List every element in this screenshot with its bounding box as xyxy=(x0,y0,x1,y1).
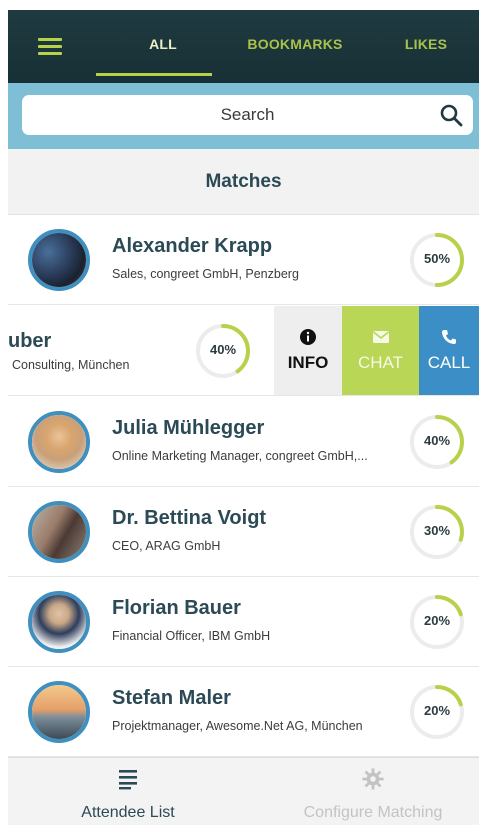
avatar xyxy=(28,229,90,291)
bottom-navigation: Attendee List Configure Matching xyxy=(8,757,479,825)
info-label: INFO xyxy=(287,353,329,372)
screen-edge xyxy=(0,0,8,825)
info-button[interactable]: INFO xyxy=(274,306,342,395)
gear-icon xyxy=(362,768,384,790)
active-tab-indicator xyxy=(96,73,212,76)
match-percent: 40% xyxy=(209,342,237,357)
match-score: 50% xyxy=(408,231,466,289)
match-score: 20% xyxy=(408,593,466,651)
attendee-subtitle: CEO, ARAG GmbH xyxy=(112,539,221,553)
search-box xyxy=(22,95,473,135)
attendee-subtitle: Consulting, München xyxy=(12,358,130,372)
call-button[interactable]: CALL xyxy=(419,306,479,395)
list-item[interactable]: Florian Bauer Financial Officer, IBM Gmb… xyxy=(8,577,479,667)
chat-label: CHAT xyxy=(357,353,403,372)
avatar xyxy=(28,411,90,473)
nav-label: Attendee List xyxy=(81,804,175,821)
attendee-name: Alexander Krapp xyxy=(112,235,273,257)
match-percent: 20% xyxy=(423,703,451,718)
attendee-name: Dr. Bettina Voigt xyxy=(112,507,267,529)
info-icon xyxy=(300,329,316,345)
list-item[interactable]: Stefan Maler Projektmanager, Awesome.Net… xyxy=(8,667,479,757)
match-percent: 40% xyxy=(423,433,451,448)
mail-icon xyxy=(372,331,389,343)
list-section-header: Matches xyxy=(8,149,479,215)
avatar xyxy=(28,501,90,563)
nav-label: Configure Matching xyxy=(303,804,443,821)
app-screen: ALL BOOKMARKS LIKES Matches Alexander Kr… xyxy=(0,0,479,825)
search-input[interactable] xyxy=(22,95,473,135)
attendee-name: Stefan Maler xyxy=(112,687,231,709)
search-bar xyxy=(8,83,479,149)
match-score: 20% xyxy=(408,683,466,741)
match-score: 40% xyxy=(408,413,466,471)
top-app-bar: ALL BOOKMARKS LIKES xyxy=(8,10,479,83)
phone-icon xyxy=(442,330,456,344)
match-percent: 30% xyxy=(423,523,451,538)
search-icon[interactable] xyxy=(439,103,463,127)
chat-button[interactable]: CHAT xyxy=(342,306,419,395)
attendee-subtitle: Financial Officer, IBM GmbH xyxy=(112,629,271,643)
list-item[interactable]: Julia Mühlegger Online Marketing Manager… xyxy=(8,397,479,487)
attendee-subtitle: Sales, congreet GmbH, Penzberg xyxy=(112,267,299,281)
hamburger-icon[interactable] xyxy=(38,36,64,56)
match-score: 40% xyxy=(194,322,252,380)
call-label: CALL xyxy=(427,353,471,372)
avatar xyxy=(28,681,90,743)
tab-likes[interactable]: LIKES xyxy=(396,36,456,52)
attendee-name: Florian Bauer xyxy=(112,597,241,619)
attendee-subtitle: Online Marketing Manager, congreet GmbH,… xyxy=(112,449,368,463)
match-percent: 20% xyxy=(423,613,451,628)
avatar xyxy=(28,591,90,653)
section-title: Matches xyxy=(205,171,282,192)
list-item-swiped[interactable]: uber Consulting, München 40% INFO CHAT C… xyxy=(8,306,479,396)
list-item[interactable]: Dr. Bettina Voigt CEO, ARAG GmbH 30% xyxy=(8,487,479,577)
attendee-name: Julia Mühlegger xyxy=(112,417,265,439)
nav-configure-matching[interactable]: Configure Matching xyxy=(283,758,463,825)
list-item[interactable]: Alexander Krapp Sales, congreet GmbH, Pe… xyxy=(8,215,479,305)
tab-all[interactable]: ALL xyxy=(133,36,193,52)
match-score: 30% xyxy=(408,503,466,561)
list-icon xyxy=(119,770,137,790)
nav-attendee-list[interactable]: Attendee List xyxy=(48,758,208,825)
tab-bookmarks[interactable]: BOOKMARKS xyxy=(240,36,350,52)
match-percent: 50% xyxy=(423,251,451,266)
attendee-name: uber xyxy=(8,330,52,352)
attendee-subtitle: Projektmanager, Awesome.Net AG, München xyxy=(112,719,363,733)
